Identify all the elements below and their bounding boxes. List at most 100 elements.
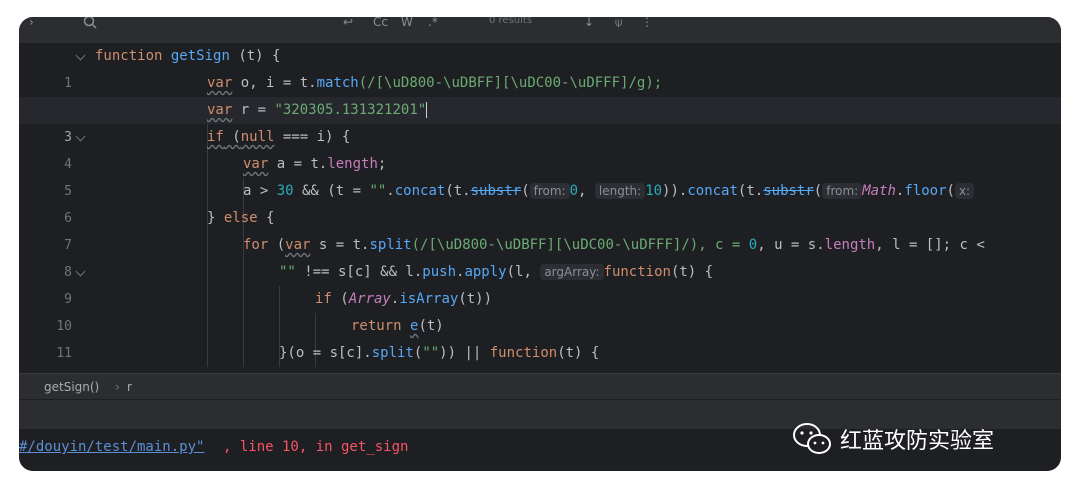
keyword: var	[207, 75, 233, 91]
code-text: ,	[578, 183, 595, 199]
code-text: a = t.	[268, 156, 328, 172]
keyword: null	[240, 129, 275, 145]
code-text: s = t.	[310, 237, 370, 253]
code-line[interactable]: 6 a > 30 && (t = "".concat(t.substr(from…	[19, 178, 1061, 226]
code-text: {	[257, 210, 275, 226]
breadcrumb-function[interactable]: getSign()	[44, 380, 99, 394]
code-text: (t) {	[229, 48, 281, 64]
property-name: length	[327, 156, 378, 172]
code-text: (t.	[445, 183, 471, 199]
property-name: length	[824, 237, 876, 253]
string-literal: "320305.131321201"	[274, 102, 427, 118]
ide-window: › ↩ Cc W .* 0 results ↓ ⍦ ⋮ 1 function g…	[19, 17, 1061, 471]
find-bar: › ↩ Cc W .* 0 results ↓ ⍦ ⋮	[19, 17, 1061, 44]
param-hint: x:	[954, 183, 975, 199]
code-text: && (t =	[293, 183, 370, 199]
method-name: isArray	[399, 291, 459, 307]
param-hint: length:	[594, 183, 646, 199]
method-name: concat	[394, 183, 446, 199]
text-caret	[426, 102, 428, 118]
class-name: Math	[862, 183, 896, 199]
console-file-link[interactable]: #/douyin/test/main.py"	[19, 439, 204, 455]
filter-icon[interactable]: ⍦	[615, 17, 622, 30]
code-line[interactable]: 7 } else {	[19, 205, 1061, 253]
string-literal: ""	[279, 264, 296, 280]
method-name: split	[371, 345, 414, 361]
code-text: ;	[377, 156, 387, 172]
function-name: getSign	[170, 48, 230, 64]
keyword: var	[207, 102, 233, 118]
breadcrumb-separator: ›	[115, 380, 120, 394]
code-text: )) ||	[439, 345, 490, 361]
expand-arrow-icon[interactable]: ›	[29, 17, 34, 29]
code-text: a >	[243, 183, 277, 199]
regex-toggle[interactable]: .*	[428, 17, 438, 29]
code-text: (t) {	[557, 345, 600, 361]
code-line[interactable]: 1 function getSign (t) {	[19, 43, 1061, 91]
code-line[interactable]: 11 return e(t)	[19, 313, 1061, 361]
code-text: o, i = t.	[232, 75, 317, 91]
code-text: )).	[662, 183, 688, 199]
code-text: , u = s.	[757, 237, 825, 253]
code-text: (t) {	[670, 264, 714, 280]
code-line[interactable]: 4 if (null === i) {	[19, 124, 1061, 172]
fold-icon[interactable]	[75, 131, 86, 142]
method-name: apply	[464, 264, 507, 280]
code-line-active[interactable]: 3 var r = "320305.131321201"	[19, 97, 1061, 145]
code-text: , l = []; c <	[875, 237, 985, 253]
code-editor[interactable]: 1 function getSign (t) { 2 var o, i = t.…	[19, 43, 1061, 394]
code-text: (	[521, 183, 530, 199]
code-line[interactable]: 12 }(o = s[c].split("")) || function(t) …	[19, 340, 1061, 388]
code-text: === i) {	[274, 129, 351, 145]
code-text: (	[223, 129, 241, 145]
number-literal: 0	[569, 183, 579, 199]
next-occurrence-icon[interactable]: ↓	[584, 17, 594, 29]
keyword: function	[603, 264, 671, 280]
words-toggle[interactable]: W	[401, 17, 413, 29]
number-literal: 10	[645, 183, 663, 199]
code-line[interactable]: 5 var a = t.length;	[19, 151, 1061, 199]
deprecated-method: substr	[470, 183, 522, 199]
code-line[interactable]: 2 var o, i = t.match(/[\uD800-\uDBFF][\u…	[19, 70, 1061, 118]
method-name: match	[316, 75, 359, 91]
console-error-text: , line 10, in get_sign	[223, 439, 409, 455]
string-literal: ""	[422, 345, 440, 361]
param-hint: from:	[822, 183, 863, 199]
code-line[interactable]: 8 for (var s = t.split(/[\uD800-\uDBFF][…	[19, 232, 1061, 280]
method-name: push	[422, 264, 457, 280]
breadcrumb-variable[interactable]: r	[127, 380, 132, 394]
keyword: var	[285, 237, 311, 253]
new-line-icon[interactable]: ↩	[343, 17, 353, 29]
code-line[interactable]: 10 if (Array.isArray(t))	[19, 286, 1061, 334]
keyword: if	[207, 129, 224, 145]
keyword: function	[95, 48, 163, 64]
keyword: var	[243, 156, 269, 172]
search-icon[interactable]	[83, 17, 97, 32]
code-text: (t))	[458, 291, 493, 307]
fold-icon[interactable]	[75, 266, 86, 277]
code-text: (	[331, 291, 349, 307]
watermark-text: 红蓝攻防实验室	[840, 429, 995, 454]
method-name: concat	[687, 183, 738, 199]
regex-literal: (/[\uD800-\uDBFF][\uDC00-\uDFFF]/g);	[358, 75, 663, 91]
watermark: 红蓝攻防实验室	[792, 421, 994, 457]
deprecated-method: substr	[763, 183, 814, 199]
more-icon[interactable]: ⋮	[641, 17, 653, 29]
results-count: 0 results	[489, 17, 533, 26]
keyword: else	[223, 210, 258, 226]
param-hint: argArray:	[540, 264, 604, 280]
keyword: return	[351, 318, 402, 334]
number-literal: 30	[276, 183, 294, 199]
code-line[interactable]: 9 "" !== s[c] && l.push.apply(l, argArra…	[19, 259, 1061, 307]
regex-literal: (/[\uD800-\uDBFF][\uDC00-\uDFFF]/), c =	[411, 237, 749, 253]
keyword: function	[489, 345, 558, 361]
keyword: if	[315, 291, 332, 307]
code-text: (	[268, 237, 286, 253]
code-text: (t.	[737, 183, 764, 199]
code-text: !== s[c] && l.	[295, 264, 423, 280]
code-text: (	[813, 183, 823, 199]
fold-icon[interactable]	[75, 50, 86, 61]
match-case-toggle[interactable]: Cc	[373, 17, 388, 29]
code-text: }(o = s[c].	[279, 345, 372, 361]
code-text: (l,	[506, 264, 541, 280]
